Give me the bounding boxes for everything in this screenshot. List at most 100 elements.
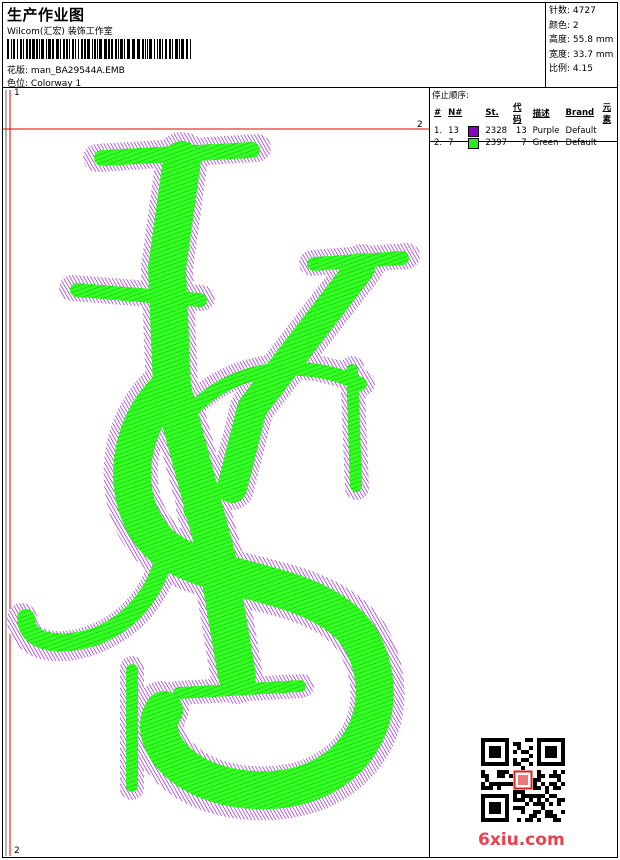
seal-stamp-icon [513,770,533,790]
stat-stitches: 针数: 4727 [549,4,618,19]
barcode-bar [32,39,35,59]
row-code: 13 [515,126,527,136]
design-canvas[interactable]: 1 2 2 [2,88,430,858]
col-header: N# [448,108,463,118]
color-swatch-cell [465,125,482,137]
col-header: 元素 [602,103,612,125]
row-num: 1. [434,126,443,136]
barcode-bar [56,39,59,59]
embroidery-design [2,90,430,856]
barcode-bar [181,39,184,59]
barcode-bar [127,39,130,59]
barcode-bar [137,39,140,59]
barcode-bar [99,39,102,59]
col-header: St. [485,108,499,118]
row-element [600,137,618,149]
barcode-bar [108,39,110,59]
row-stitches: 2328 [485,126,508,136]
color-swatch [468,137,480,149]
barcode-bar [186,39,188,59]
stat-value: 4.15 [572,64,593,74]
barcode-bar [175,39,178,59]
color-swatch-cell [465,137,482,149]
barcode-bar [41,39,44,59]
col-header: # [434,108,442,118]
barcode-bar [75,39,76,59]
barcode-bar [165,39,167,59]
row-needle: 7 [448,138,454,148]
barcode-bar [69,39,70,59]
stat-value: 4727 [572,6,596,16]
barcode-bar [162,39,163,59]
barcode-bar [92,39,93,59]
col-header: 描述 [532,109,550,119]
stat-label: 颜色: [549,20,571,31]
barcode-bar [23,39,24,59]
barcode-bar [13,39,15,59]
barcode-bar [111,39,113,59]
header: 生产作业图 Wilcom(汇宏) 装饰工作室 花版: man_BA29544A.… [2,2,546,89]
barcode-bar [52,39,54,59]
barcode-bar [124,39,125,59]
watermark: 6xiu.com [478,830,565,850]
barcode-bar [26,39,28,59]
row-num: 2. [434,138,443,148]
subtitle: Wilcom(汇宏) 装饰工作室 [7,27,113,37]
barcode-bar [145,39,146,59]
barcode-bar [104,39,107,59]
barcode-bar [118,39,119,59]
barcode-bar [7,39,9,59]
stop-sequence-table: # N# St. 代码 描述 Brand 元素 1. 13 2328 13 Pu… [431,101,618,149]
stop-sequence-panel: 停止顺序: # N# St. 代码 描述 Brand 元素 1. 13 2328… [430,88,618,149]
barcode-bar [66,39,68,59]
table-row[interactable]: 2. 7 2397 7 Green Default [431,137,618,149]
stat-label: 宽度: [549,49,571,60]
barcode-bar [179,39,180,59]
ruler-label-top-left: 1 [14,88,20,98]
stat-value: 55.8 mm [572,35,614,45]
barcode-bar [190,39,191,59]
row-desc: Purple [532,126,560,136]
barcode-bar [17,39,18,59]
row-element [600,125,618,137]
stop-sequence-title: 停止顺序: [432,91,469,101]
barcode-bar [115,39,117,59]
row-needle: 13 [448,126,459,136]
barcode-bar [36,39,38,59]
barcode-bar [29,39,31,59]
barcode-bar [11,39,12,59]
barcode-bar [63,39,65,59]
row-code: 7 [521,138,527,148]
barcode-bar [94,39,96,59]
row-brand: Default [565,138,597,148]
color-swatch [468,125,480,137]
col-header: Brand [565,108,595,118]
stat-label: 高度: [549,35,571,45]
row-brand: Default [565,126,597,136]
barcode-bar [72,39,74,59]
barcode-bar [97,39,98,59]
qr-code-icon [481,738,565,822]
design-label: 花版: [7,66,29,76]
ruler-label-top-right: 2 [417,120,423,130]
barcode-bar [120,39,123,59]
row-stitches: 2397 [485,138,508,148]
barcode-bar [149,39,152,59]
table-row[interactable]: 1. 13 2328 13 Purple Default [431,125,618,137]
barcode-icon [7,39,195,59]
barcode-bar [84,39,86,59]
barcode-bar [169,39,171,59]
stat-colors: 颜色: 2 [549,19,618,34]
row-desc: Green [532,138,559,148]
barcode-bar [154,39,155,59]
barcode-bar [60,39,61,59]
barcode-bar [159,39,161,59]
ruler-label-bottom-left: 2 [14,846,20,856]
design-name-row: 花版: man_BA29544A.EMB [7,63,125,76]
barcode-bar [157,39,158,59]
design-value: man_BA29544A.EMB [30,66,125,76]
stat-value: 2 [572,20,579,31]
stat-height: 高度: 55.8 mm [549,33,618,48]
barcode-bar [81,39,83,59]
barcode-bar [172,39,173,59]
